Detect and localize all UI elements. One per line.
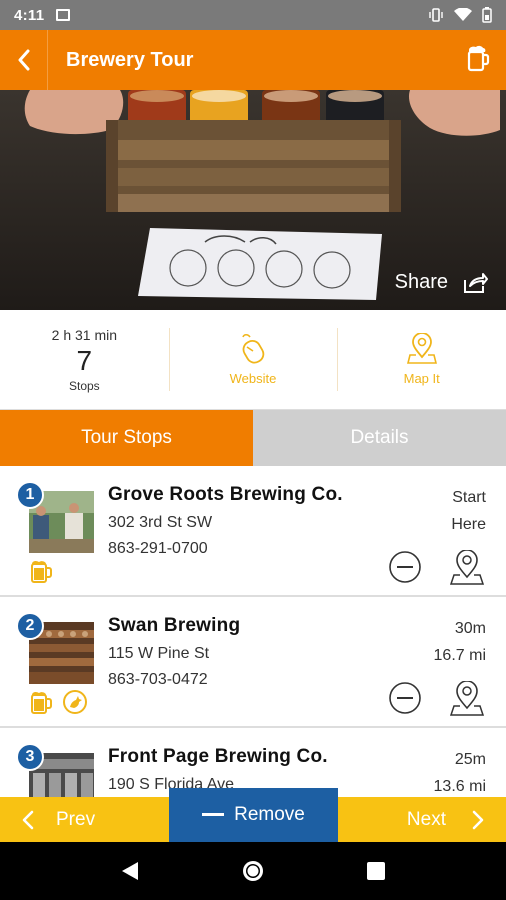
remove-stop-icon[interactable] <box>388 550 422 584</box>
stop-phone[interactable]: 863-703-0472 <box>108 671 240 689</box>
wifi-icon <box>454 8 472 21</box>
stop-distance: 13.6 mi <box>433 778 486 795</box>
stop-amenities <box>30 558 54 584</box>
stop-distance: Here <box>451 516 486 533</box>
map-it-label: Map It <box>403 371 440 386</box>
status-bar: 4:11 <box>0 0 506 30</box>
stop-number-badge: 3 <box>16 743 44 771</box>
stop-time: 25m <box>454 751 486 768</box>
list-item[interactable]: 2 Swan Brewing 115 W Pine St 863-703-047… <box>0 597 506 728</box>
map-pin-icon[interactable] <box>450 550 484 586</box>
tour-duration: 2 h 31 min <box>51 326 118 343</box>
back-triangle-icon[interactable] <box>120 860 140 882</box>
list-item[interactable]: 1 Grove Roots Brewing Co. 302 3rd St SW … <box>0 466 506 597</box>
beer-mug-icon <box>31 560 52 583</box>
vibrate-icon <box>429 8 443 22</box>
stop-number-badge: 2 <box>16 612 44 640</box>
hero-image: Share <box>0 90 506 310</box>
beer-mug-icon <box>467 45 490 71</box>
next-label: Next <box>406 808 446 830</box>
stop-time: 30m <box>454 620 486 637</box>
remove-button[interactable]: Remove <box>169 788 338 842</box>
stop-address: 115 W Pine St <box>108 645 210 662</box>
stop-name: Grove Roots Brewing Co. <box>108 484 343 505</box>
map-pin-icon <box>406 333 437 364</box>
recents-square-icon[interactable] <box>366 861 386 881</box>
minus-icon <box>202 813 225 816</box>
tabs: Tour Stops Details <box>0 410 506 466</box>
share-icon <box>464 272 488 293</box>
page-title: Brewery Tour <box>66 48 194 71</box>
stop-count: 7 <box>76 344 93 376</box>
chevron-left-icon <box>22 810 34 829</box>
tab-details[interactable]: Details <box>253 410 506 466</box>
beer-mug-button[interactable] <box>466 44 490 77</box>
pet-friendly-icon <box>63 690 87 714</box>
mouse-icon <box>242 333 265 364</box>
prev-button[interactable]: Prev <box>22 809 95 831</box>
battery-icon <box>482 7 492 23</box>
remove-stop-icon[interactable] <box>388 681 422 715</box>
stop-name: Swan Brewing <box>108 615 241 636</box>
website-button[interactable]: Website <box>168 310 338 409</box>
status-time: 4:11 <box>14 6 45 24</box>
stop-time: Start <box>452 489 486 506</box>
chevron-left-icon <box>18 49 29 71</box>
website-label: Website <box>229 371 277 386</box>
stops-summary: 2 h 31 min 7 Stops <box>0 310 169 409</box>
stop-address: 302 3rd St SW <box>108 514 213 531</box>
beer-mug-icon <box>31 691 52 714</box>
map-it-button[interactable]: Map It <box>337 310 506 409</box>
stop-distance: 16.7 mi <box>433 647 486 664</box>
home-circle-icon[interactable] <box>241 859 265 883</box>
prev-label: Prev <box>56 808 96 830</box>
stop-name: Front Page Brewing Co. <box>108 746 328 767</box>
stop-phone[interactable]: 863-291-0700 <box>108 540 343 558</box>
app-bar: Brewery Tour <box>0 30 506 90</box>
share-button[interactable]: Share <box>395 271 488 294</box>
chevron-right-icon <box>472 810 484 829</box>
stop-amenities <box>30 689 88 715</box>
share-label: Share <box>394 271 448 293</box>
remove-label: Remove <box>234 804 305 825</box>
system-nav-bar <box>0 842 506 900</box>
stop-number-badge: 1 <box>16 481 44 509</box>
stops-label: Stops <box>68 378 100 393</box>
tour-stats: 2 h 31 min 7 Stops Website Map It <box>0 310 506 410</box>
image-notification-icon <box>56 9 71 21</box>
next-button[interactable]: Next <box>407 809 484 831</box>
back-button[interactable] <box>0 30 48 90</box>
map-pin-icon[interactable] <box>450 681 484 717</box>
tab-tour-stops[interactable]: Tour Stops <box>0 410 253 466</box>
